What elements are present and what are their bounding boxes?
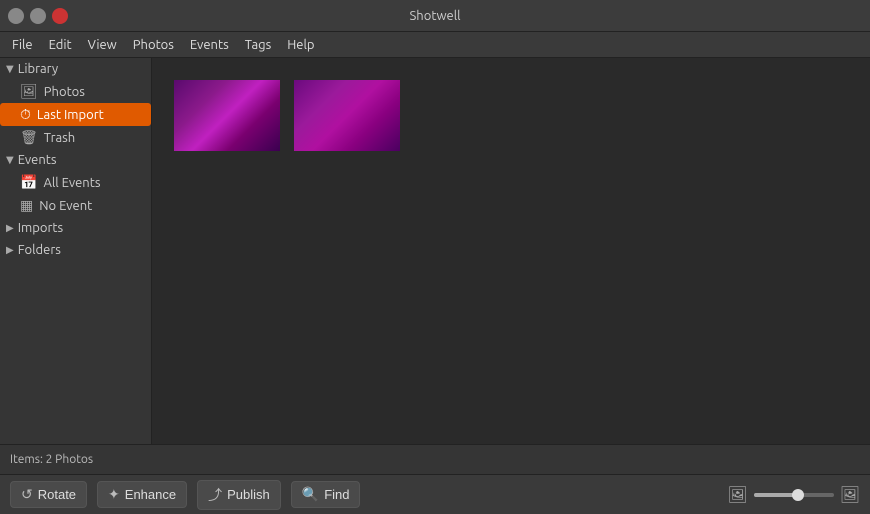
app-title: Shotwell (68, 9, 802, 23)
sidebar: ▼ Library 🖼 Photos ⏱ Last Import 🗑 Trash… (0, 58, 152, 444)
sidebar-item-trash[interactable]: 🗑 Trash (0, 126, 151, 149)
library-arrow: ▼ (6, 63, 14, 75)
enhance-icon: ✦ (108, 486, 120, 503)
items-value: 2 Photos (46, 453, 93, 466)
library-section[interactable]: ▼ Library (0, 58, 151, 80)
photos-icon: 🖼 (20, 83, 38, 100)
no-event-icon: ▦ (20, 197, 33, 214)
folders-arrow: ▶ (6, 244, 14, 256)
rotate-icon: ↺ (21, 486, 33, 503)
maximize-button[interactable]: □ (30, 8, 46, 24)
imports-arrow: ▶ (6, 222, 14, 234)
enhance-label: Enhance (125, 487, 176, 502)
sidebar-item-all-events[interactable]: 📅 All Events (0, 171, 151, 194)
sidebar-item-last-import-label: Last Import (37, 108, 104, 122)
zoom-slider[interactable] (754, 493, 834, 497)
rotate-button[interactable]: ↺ Rotate (10, 481, 87, 508)
statusbar: Items: 2 Photos (0, 444, 870, 474)
sidebar-item-last-import[interactable]: ⏱ Last Import (0, 103, 151, 126)
menu-tags[interactable]: Tags (237, 36, 280, 54)
titlebar: − □ × Shotwell (0, 0, 870, 32)
rotate-label: Rotate (38, 487, 76, 502)
sidebar-item-trash-label: Trash (44, 131, 75, 145)
all-events-icon: 📅 (20, 174, 37, 191)
zoom-in-icon: 🖼 (840, 485, 860, 504)
find-button[interactable]: 🔍 Find (291, 481, 361, 508)
menu-events[interactable]: Events (182, 36, 237, 54)
sidebar-item-photos[interactable]: 🖼 Photos (0, 80, 151, 103)
publish-label: Publish (227, 487, 270, 502)
publish-button[interactable]: ⤴ Publish (197, 480, 281, 510)
photo-image-2 (294, 80, 400, 151)
items-label: Items: (10, 453, 43, 466)
menu-file[interactable]: File (4, 36, 41, 54)
zoom-area: 🖼 🖼 (727, 485, 860, 504)
imports-label: Imports (18, 221, 63, 235)
folders-label: Folders (18, 243, 61, 257)
photo-thumbnail-1[interactable] (172, 78, 282, 153)
minimize-button[interactable]: − (8, 8, 24, 24)
sidebar-item-photos-label: Photos (44, 85, 85, 99)
toolbar: ↺ Rotate ✦ Enhance ⤴ Publish 🔍 Find 🖼 🖼 (0, 474, 870, 514)
main-area: ▼ Library 🖼 Photos ⏱ Last Import 🗑 Trash… (0, 58, 870, 444)
menu-help[interactable]: Help (279, 36, 322, 54)
menu-edit[interactable]: Edit (41, 36, 80, 54)
photo-image-1 (174, 80, 280, 151)
photo-thumbnail-2[interactable] (292, 78, 402, 153)
library-label: Library (18, 62, 58, 76)
events-label: Events (18, 153, 57, 167)
last-import-icon: ⏱ (20, 106, 31, 123)
folders-section[interactable]: ▶ Folders (0, 239, 151, 261)
sidebar-item-all-events-label: All Events (43, 176, 100, 190)
imports-section[interactable]: ▶ Imports (0, 217, 151, 239)
photo-grid (152, 58, 870, 444)
publish-icon: ⤴ (208, 485, 222, 505)
sidebar-item-no-event-label: No Event (39, 199, 92, 213)
enhance-button[interactable]: ✦ Enhance (97, 481, 187, 508)
search-icon: 🔍 (302, 486, 319, 503)
events-section[interactable]: ▼ Events (0, 149, 151, 171)
events-arrow: ▼ (6, 154, 14, 166)
sidebar-item-no-event[interactable]: ▦ No Event (0, 194, 151, 217)
find-label: Find (324, 487, 349, 502)
close-button[interactable]: × (52, 8, 68, 24)
zoom-thumb (792, 489, 804, 501)
zoom-out-icon: 🖼 (727, 485, 747, 504)
menubar: File Edit View Photos Events Tags Help (0, 32, 870, 58)
trash-icon: 🗑 (20, 129, 38, 146)
menu-photos[interactable]: Photos (125, 36, 182, 54)
menu-view[interactable]: View (80, 36, 125, 54)
